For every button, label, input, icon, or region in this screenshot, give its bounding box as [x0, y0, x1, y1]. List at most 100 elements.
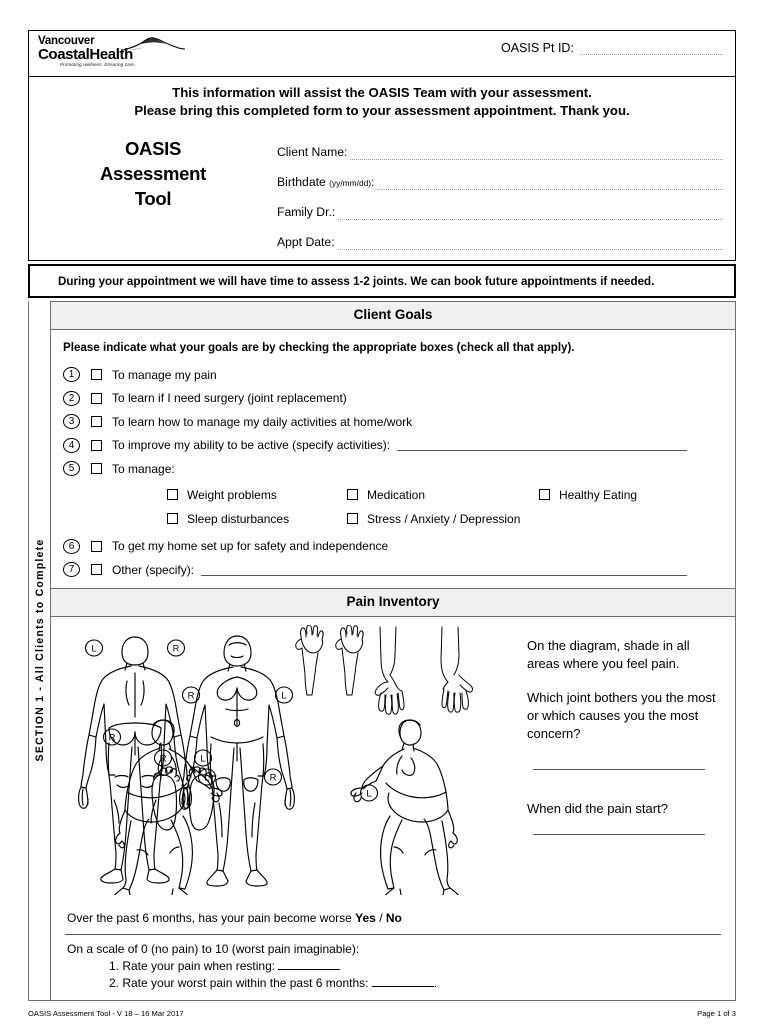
joint-concern-answer-input[interactable]: [533, 768, 705, 770]
banner-line-1: This information will assist the OASIS T…: [172, 85, 592, 100]
pt-id-input[interactable]: [579, 41, 723, 55]
banner-line-2: Please bring this completed form to your…: [134, 102, 630, 118]
pt-id-label: OASIS Pt ID:: [501, 41, 574, 55]
sub-label-sleep-disturbances: Sleep disturbances: [187, 511, 290, 526]
svg-text:L: L: [366, 788, 371, 799]
sub-checkbox-stress-anxiety-depression[interactable]: [347, 513, 358, 524]
joint-concern-question: Which joint bothers you the most or whic…: [527, 689, 716, 741]
birthdate-label: Birthdate (yy/mm/dd):: [277, 175, 374, 190]
appt-date-row: Appt Date:: [277, 220, 723, 250]
sub-checkbox-weight-problems[interactable]: [167, 489, 178, 500]
goal-checkbox-5[interactable]: [91, 463, 102, 475]
side-b-labels: R L: [263, 767, 379, 802]
sub-label-weight-problems: Weight problems: [187, 487, 277, 502]
birthdate-row: Birthdate (yy/mm/dd):: [277, 160, 723, 190]
vancouver-coastal-health-logo: Vancouver CoastalHealth Promoting wellne…: [29, 31, 329, 68]
section-1-label: SECTION 1 - All Clients to Complete: [33, 538, 46, 762]
appointment-notice: During your appointment we will have tim…: [28, 264, 736, 298]
goal-number-1: 1: [63, 367, 80, 383]
sub-option-stress-anxiety-depression[interactable]: Stress / Anxiety / Depression: [347, 512, 539, 526]
pain-inventory-header-text: Pain Inventory: [346, 593, 440, 609]
sub-label-healthy-eating: Healthy Eating: [559, 487, 638, 502]
body-diagram[interactable]: L R R L R L R L R L: [51, 624, 521, 895]
footer-version: OASIS Assessment Tool - V 18 – 16 Mar 20…: [28, 1008, 184, 1018]
pt-id-field: OASIS Pt ID:: [329, 31, 735, 55]
sub-checkbox-healthy-eating[interactable]: [539, 489, 550, 500]
logo-row: Vancouver CoastalHealth Promoting wellne…: [29, 31, 735, 77]
form-page: Vancouver CoastalHealth Promoting wellne…: [28, 30, 736, 1018]
sub-checkbox-sleep-disturbances[interactable]: [167, 513, 178, 524]
pain-start-question: When did the pain start?: [527, 800, 668, 816]
appointment-notice-text: During your appointment we will have tim…: [58, 275, 655, 288]
goal-5-sub-options: Weight problems Medication Healthy Eatin…: [63, 483, 723, 531]
pain-scale-worst-period: .: [433, 975, 438, 990]
client-goals-header: Client Goals: [51, 301, 735, 330]
goal-4-activities-input[interactable]: [397, 439, 687, 452]
pain-worse-separator: /: [375, 910, 386, 925]
client-name-label: Client Name:: [277, 145, 348, 159]
figure-front-view: [179, 634, 295, 887]
title-line-3: Tool: [134, 188, 172, 209]
goal-number-6: 6: [63, 538, 80, 554]
figure-side-view-a: [113, 718, 223, 895]
figure-hands: [295, 624, 324, 695]
shade-instruction: On the diagram, shade in all areas where…: [527, 637, 690, 671]
goal-item-7[interactable]: 7 Other (specify):: [63, 558, 723, 582]
sub-option-weight-problems[interactable]: Weight problems: [167, 488, 347, 502]
client-name-row: Client Name:: [277, 130, 723, 160]
goal-item-4[interactable]: 4 To improve my ability to be active (sp…: [63, 434, 723, 458]
goal-label-6: To get my home set up for safety and ind…: [112, 539, 389, 554]
svg-text:R: R: [188, 690, 195, 701]
sub-option-healthy-eating[interactable]: Healthy Eating: [539, 488, 637, 502]
sub-options-row-1: Weight problems Medication Healthy Eatin…: [63, 483, 723, 507]
pain-worse-text: Over the past 6 months, has your pain be…: [67, 910, 356, 925]
goal-checkbox-1[interactable]: [91, 369, 102, 381]
page-footer: OASIS Assessment Tool - V 18 – 16 Mar 20…: [28, 1009, 736, 1018]
goal-checkbox-3[interactable]: [91, 416, 102, 428]
birthdate-label-text: Birthdate: [277, 175, 326, 189]
sub-label-stress-anxiety-depression: Stress / Anxiety / Depression: [367, 511, 521, 526]
pain-worse-question: Over the past 6 months, has your pain be…: [65, 901, 721, 934]
svg-text:L: L: [91, 643, 96, 653]
sub-option-medication[interactable]: Medication: [347, 488, 539, 502]
birthdate-format-hint: (yy/mm/dd): [329, 178, 372, 188]
goal-checkbox-7[interactable]: [91, 564, 102, 576]
instruction-banner: This information will assist the OASIS T…: [29, 77, 735, 126]
logo-tagline: Promoting wellness. Ensuring care.: [60, 62, 136, 67]
pain-worse-yes[interactable]: Yes: [355, 911, 376, 925]
pain-worse-no[interactable]: No: [386, 911, 402, 925]
back-view-labels: L R: [84, 638, 186, 657]
svg-text:R: R: [109, 732, 116, 743]
goal-checkbox-4[interactable]: [91, 439, 102, 451]
pain-scale-worst-input[interactable]: [371, 976, 434, 987]
pain-scale-resting-label: 1. Rate your pain when resting:: [109, 958, 276, 973]
goal-checkbox-6[interactable]: [91, 540, 102, 552]
goal-7-other-input[interactable]: [201, 564, 687, 576]
goal-checkbox-2[interactable]: [91, 392, 102, 404]
goal-label-2: To learn if I need surgery (joint replac…: [112, 391, 347, 406]
pain-start-answer-input[interactable]: [533, 833, 705, 835]
appt-date-input[interactable]: [337, 235, 723, 250]
birthdate-input[interactable]: [377, 175, 723, 190]
goal-item-5[interactable]: 5 To manage:: [63, 457, 723, 481]
sub-option-sleep-disturbances[interactable]: Sleep disturbances: [167, 512, 347, 526]
goal-item-3[interactable]: 3 To learn how to manage my daily activi…: [63, 410, 723, 434]
pain-inventory-body: L R R L R L R L R L On the diagram, shad…: [51, 617, 735, 895]
goal-item-6[interactable]: 6 To get my home set up for safety and i…: [63, 535, 723, 559]
pain-scale-resting-input[interactable]: [278, 959, 341, 970]
form-title: OASIS Assessment Tool: [29, 130, 277, 250]
client-goals-body: Please indicate what your goals are by c…: [51, 330, 735, 588]
goal-item-2[interactable]: 2 To learn if I need surgery (joint repl…: [63, 387, 723, 411]
header-block: Vancouver CoastalHealth Promoting wellne…: [28, 30, 736, 261]
section-1-sidebar: SECTION 1 - All Clients to Complete: [29, 301, 51, 1000]
pain-scale-worst-label: 2. Rate your worst pain within the past …: [109, 975, 369, 990]
client-goals-header-text: Client Goals: [353, 307, 433, 322]
sub-checkbox-medication[interactable]: [347, 489, 358, 500]
client-fields: Client Name: Birthdate (yy/mm/dd): Famil…: [277, 130, 735, 250]
family-dr-input[interactable]: [338, 205, 723, 220]
client-name-input[interactable]: [350, 145, 723, 160]
goal-number-7: 7: [63, 562, 80, 578]
goal-item-1[interactable]: 1 To manage my pain: [63, 363, 723, 387]
birthdate-colon: :: [371, 175, 375, 189]
logo-coastal-text: Coastal: [38, 46, 90, 63]
